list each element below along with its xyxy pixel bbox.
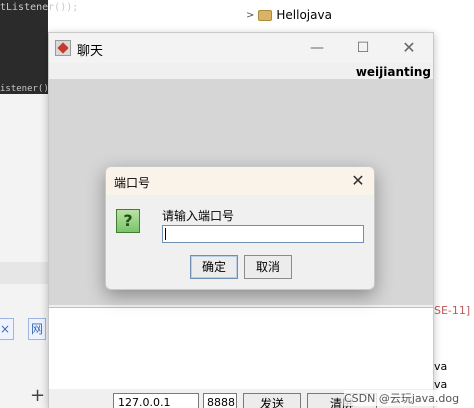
close-button[interactable]: ✕ xyxy=(395,38,423,58)
java-app-icon xyxy=(55,40,71,56)
background-left-pane xyxy=(0,94,48,408)
background-left-strip xyxy=(0,262,48,284)
ip-address-field[interactable]: 127.0.0.1 xyxy=(113,393,199,408)
dialog-close-button[interactable]: ✕ xyxy=(346,171,370,191)
message-input-area[interactable] xyxy=(49,307,433,389)
tree-item-label: Hellojava xyxy=(276,8,332,22)
port-field[interactable]: 8888 xyxy=(203,393,237,408)
port-input-dialog: 端口号 ✕ ? 请输入端口号 确定 取消 xyxy=(105,166,375,290)
code-line: tListener()); xyxy=(0,2,79,13)
dialog-message: 请输入端口号 xyxy=(162,209,235,223)
dialog-title: 端口号 xyxy=(114,176,151,190)
chat-titlebar[interactable]: 聊天 — ☐ ✕ xyxy=(49,33,433,63)
background-library-label: SE-11] xyxy=(434,304,471,317)
background-code-editor: tListener()); istener(){ xyxy=(0,0,78,94)
background-tab[interactable]: × xyxy=(0,318,14,340)
minimize-button[interactable]: — xyxy=(303,38,331,58)
cancel-button[interactable]: 取消 xyxy=(244,255,292,279)
add-icon[interactable]: + xyxy=(30,385,45,406)
code-line: istener(){ xyxy=(0,84,55,94)
watermark: CSDN @云玩java.dog xyxy=(344,390,460,406)
chat-window-title: 聊天 xyxy=(77,44,104,59)
ok-button[interactable]: 确定 xyxy=(190,255,238,279)
folder-icon xyxy=(258,9,273,21)
send-button[interactable]: 发送 xyxy=(243,393,301,408)
background-file-label: va xyxy=(434,360,448,373)
username-label: weijianting xyxy=(355,65,431,79)
port-number-input[interactable] xyxy=(162,225,364,243)
dialog-titlebar[interactable]: 端口号 ✕ xyxy=(106,167,374,195)
question-icon: ? xyxy=(116,209,140,233)
tree-item-hellojava[interactable]: > Hellojava xyxy=(246,8,332,22)
maximize-button[interactable]: ☐ xyxy=(349,38,377,58)
chevron-right-icon: > xyxy=(246,9,255,21)
background-tab[interactable]: 网 xyxy=(28,318,46,340)
